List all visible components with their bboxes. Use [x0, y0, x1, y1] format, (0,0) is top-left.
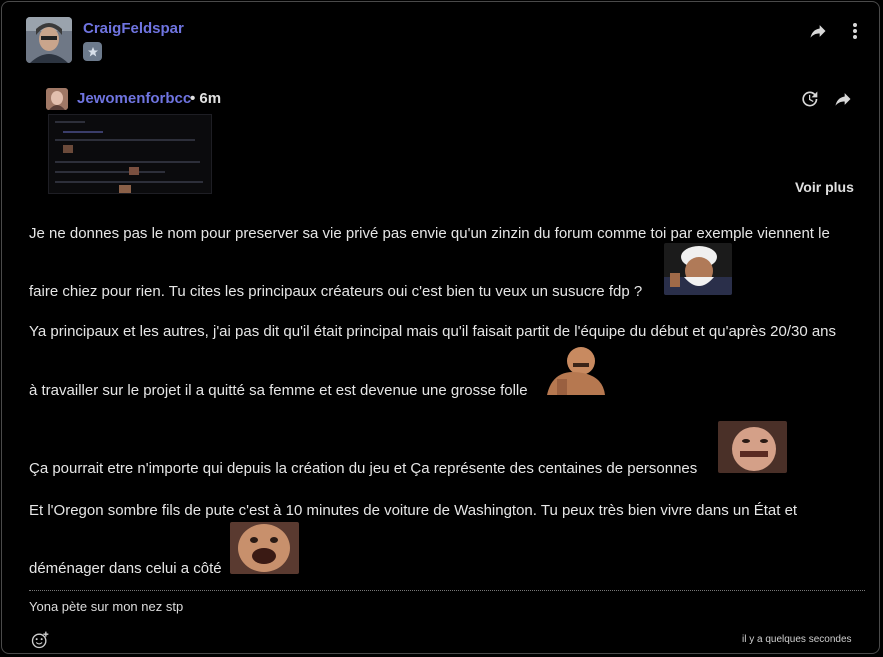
sticker-image	[664, 243, 732, 295]
post-text-line: Ça pourrait etre n'importe qui depuis la…	[29, 460, 698, 477]
quote-author-name[interactable]: Jewomenforbcc	[77, 90, 191, 107]
post-text-line: Je ne donnes pas le nom pour preserver s…	[29, 225, 830, 242]
forum-post-card: CraigFeldspar Jewomenforbcc • 6m Voir pl…	[1, 1, 880, 654]
signature-text: Yona pète sur mon nez stp	[29, 599, 184, 614]
post-text-line: déménager dans celui a côté	[29, 560, 222, 577]
history-icon[interactable]	[798, 88, 820, 110]
quote-share-icon[interactable]	[832, 88, 854, 110]
sticker-image	[543, 343, 609, 395]
add-reaction-icon[interactable]	[29, 629, 51, 651]
post-text-line: à travailler sur le projet il a quitté s…	[29, 382, 528, 399]
share-icon[interactable]	[807, 20, 829, 42]
see-more-link[interactable]: Voir plus	[795, 179, 854, 195]
quote-time: • 6m	[190, 90, 222, 107]
post-timestamp: il y a quelques secondes	[742, 634, 852, 645]
quote-preview-image[interactable]	[48, 114, 212, 194]
author-avatar[interactable]	[26, 17, 72, 63]
post-text-line: Ya principaux et les autres, j'ai pas di…	[29, 323, 837, 340]
quote-author-avatar[interactable]	[46, 88, 68, 110]
author-name[interactable]: CraigFeldspar	[83, 20, 184, 37]
post-text-line: faire chiez pour rien. Tu cites les prin…	[29, 283, 643, 300]
signature-divider	[29, 590, 865, 591]
more-vertical-icon[interactable]	[845, 20, 865, 42]
sticker-image	[718, 421, 787, 473]
post-text-line: Et l'Oregon sombre fils de pute c'est à …	[29, 502, 798, 519]
star-badge-icon	[83, 42, 102, 61]
sticker-image	[230, 522, 299, 574]
